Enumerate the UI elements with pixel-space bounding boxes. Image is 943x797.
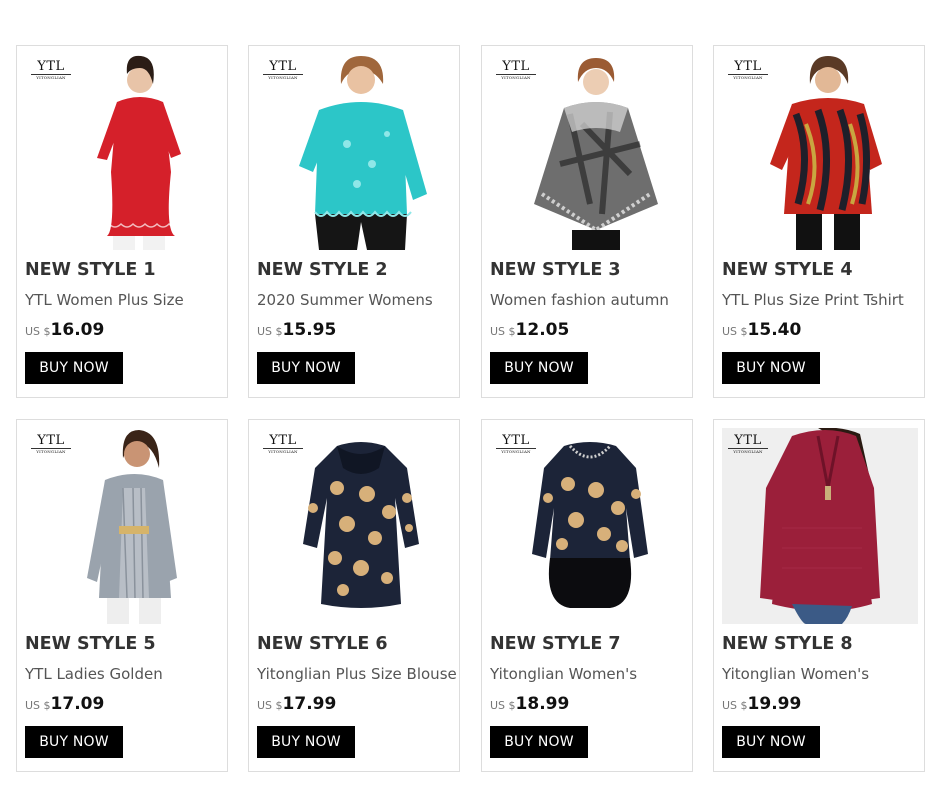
product-style-title[interactable]: NEW STYLE 3 (490, 260, 621, 280)
product-price: US $15.95 (257, 320, 337, 340)
product-image[interactable]: YTL YITONGLIAN (490, 54, 686, 250)
product-style-title[interactable]: NEW STYLE 2 (257, 260, 388, 280)
buy-now-button[interactable]: BUY NOW (25, 352, 123, 384)
product-image[interactable]: YTL YITONGLIAN (490, 428, 686, 624)
product-price: US $17.99 (257, 694, 337, 714)
product-style-title[interactable]: NEW STYLE 6 (257, 634, 388, 654)
buy-now-button[interactable]: BUY NOW (722, 352, 820, 384)
brand-logo: YTL YITONGLIAN (263, 60, 303, 80)
product-card[interactable]: YTL YITONGLIAN NEW STYLE 6 Yitonglian Plu… (248, 419, 460, 772)
product-card[interactable]: YTL YITONGLIAN NEW STYLE 2 2020 Summer Wo… (248, 45, 460, 398)
product-name[interactable]: YTL Ladies Golden (25, 665, 229, 683)
brand-logo: YTL YITONGLIAN (263, 434, 303, 454)
product-card[interactable]: YTL YITONGLIAN NEW STYLE 8 Yitonglian Wom… (713, 419, 925, 772)
product-name[interactable]: YTL Plus Size Print Tshirt (722, 291, 926, 309)
product-card[interactable]: YTL YITONGLIAN NEW STYLE 5 YTL Ladies Gol… (16, 419, 228, 772)
brand-logo: YTL YITONGLIAN (31, 60, 71, 80)
buy-now-button[interactable]: BUY NOW (257, 352, 355, 384)
product-name[interactable]: Women fashion autumn (490, 291, 694, 309)
product-card[interactable]: YTL YITONGLIAN NEW STYLE 3 Women fashion … (481, 45, 693, 398)
product-price: US $12.05 (490, 320, 570, 340)
product-price: US $19.99 (722, 694, 802, 714)
product-image[interactable]: YTL YITONGLIAN (25, 428, 221, 624)
brand-logo: YTL YITONGLIAN (31, 434, 71, 454)
brand-logo: YTL YITONGLIAN (496, 434, 536, 454)
product-price: US $17.09 (25, 694, 105, 714)
buy-now-button[interactable]: BUY NOW (490, 352, 588, 384)
product-style-title[interactable]: NEW STYLE 5 (25, 634, 156, 654)
product-name[interactable]: Yitonglian Plus Size Blouse (257, 665, 461, 683)
brand-logo: YTL YITONGLIAN (496, 60, 536, 80)
buy-now-button[interactable]: BUY NOW (490, 726, 588, 758)
product-image[interactable]: YTL YITONGLIAN (257, 54, 453, 250)
product-card[interactable]: YTL YITONGLIAN NEW STYLE 4 YTL Plus Size … (713, 45, 925, 398)
product-style-title[interactable]: NEW STYLE 1 (25, 260, 156, 280)
product-name[interactable]: 2020 Summer Womens (257, 291, 461, 309)
product-card[interactable]: YTL YITONGLIAN NEW STYLE 1 YTL Women Plus… (16, 45, 228, 398)
product-image[interactable]: YTL YITONGLIAN (722, 54, 918, 250)
product-price: US $16.09 (25, 320, 105, 340)
product-name[interactable]: Yitonglian Women's (490, 665, 694, 683)
product-image[interactable]: YTL YITONGLIAN (25, 54, 221, 250)
product-card[interactable]: YTL YITONGLIAN NEW STYLE 7 Yitonglian Wom… (481, 419, 693, 772)
product-style-title[interactable]: NEW STYLE 8 (722, 634, 853, 654)
product-price: US $18.99 (490, 694, 570, 714)
product-name[interactable]: Yitonglian Women's (722, 665, 926, 683)
product-style-title[interactable]: NEW STYLE 4 (722, 260, 853, 280)
product-price: US $15.40 (722, 320, 802, 340)
buy-now-button[interactable]: BUY NOW (25, 726, 123, 758)
product-style-title[interactable]: NEW STYLE 7 (490, 634, 621, 654)
buy-now-button[interactable]: BUY NOW (257, 726, 355, 758)
brand-logo: YTL YITONGLIAN (728, 434, 768, 454)
product-image[interactable]: YTL YITONGLIAN (257, 428, 453, 624)
product-image[interactable]: YTL YITONGLIAN (722, 428, 918, 624)
product-name[interactable]: YTL Women Plus Size (25, 291, 229, 309)
brand-logo: YTL YITONGLIAN (728, 60, 768, 80)
buy-now-button[interactable]: BUY NOW (722, 726, 820, 758)
